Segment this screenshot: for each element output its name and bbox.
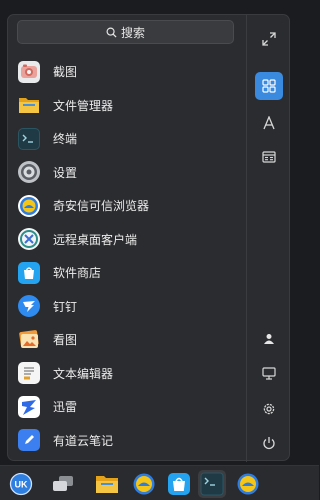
app-label: 文件管理器 [53,98,114,113]
qianxin-browser-icon [18,194,40,217]
app-list: 截图 文件管理器 终端 设置 奇安信可信浏览器 远程桌面客户端 软件商店 钉钉 … [8,55,246,457]
computer-button[interactable] [255,359,283,387]
app-item-terminal[interactable]: 终端 [8,122,246,156]
app-item-software-store[interactable]: 软件商店 [8,256,246,290]
taskbar-terminal[interactable] [198,470,226,498]
app-label: 截图 [53,65,78,80]
user-icon [264,334,274,344]
taskbar-browser-2[interactable] [234,470,262,498]
start-menu-button[interactable]: UK [7,470,35,498]
settings-icon [18,161,40,184]
app-item-file-manager[interactable]: 文件管理器 [8,89,246,123]
terminal-icon [18,127,40,150]
search-input[interactable]: 搜索 [17,20,234,44]
app-label: 迅雷 [53,400,78,415]
terminal-icon [200,472,224,496]
all-apps-icon [262,79,276,93]
taskbar-software-store[interactable] [165,470,193,498]
app-item-qianxin-browser[interactable]: 奇安信可信浏览器 [8,189,246,223]
sidebar-divider [246,15,247,462]
text-editor-icon [18,362,40,385]
browser-icon [133,473,155,495]
user-button[interactable] [255,325,283,353]
software-store-icon [18,261,40,284]
image-viewer-icon [18,329,40,351]
category-icon [262,151,276,163]
power-icon [263,437,275,450]
app-label: 文本编辑器 [53,366,114,381]
search-icon [106,27,117,38]
settings-button[interactable] [255,395,283,423]
multitask-view-icon [53,476,73,491]
app-label: 远程桌面客户端 [53,232,138,247]
start-menu: 搜索 截图 文件管理器 终端 设置 奇安信可信浏览器 远程桌面客户端 软件商店 … [7,14,290,462]
expand-icon [262,32,276,46]
app-item-dingtalk[interactable]: 钉钉 [8,290,246,324]
app-item-thunder[interactable]: 迅雷 [8,390,246,424]
power-button[interactable] [255,429,283,457]
app-label: 软件商店 [53,266,102,281]
svg-text:UK: UK [15,480,28,490]
letter-sort-button[interactable] [255,109,283,137]
thunder-icon [18,395,40,418]
app-item-image-viewer[interactable]: 看图 [8,323,246,357]
app-label: 有道云笔记 [53,433,114,448]
browser-icon [237,473,259,495]
app-label: 钉钉 [53,299,78,314]
expand-button[interactable] [255,25,283,53]
app-label: 终端 [53,132,78,147]
all-apps-button[interactable] [255,72,283,100]
app-item-youdao-note[interactable]: 有道云笔记 [8,424,246,458]
category-button[interactable] [255,143,283,171]
computer-icon [262,366,276,380]
app-item-remote-desktop[interactable]: 远程桌面客户端 [8,223,246,257]
dingtalk-icon [18,295,40,318]
app-label: 设置 [53,165,78,180]
taskbar: UK [0,465,319,500]
multitask-view-button[interactable] [49,470,77,498]
remote-desktop-icon [18,228,40,251]
file-manager-icon [18,94,40,116]
search-label: 搜索 [120,25,145,40]
taskbar-browser[interactable] [130,470,158,498]
youdao-note-icon [18,429,40,452]
app-label: 奇安信可信浏览器 [53,199,150,214]
start-menu-icon: UK [9,472,33,496]
screenshot-icon [18,60,40,83]
file-manager-icon [96,476,118,493]
app-item-settings[interactable]: 设置 [8,156,246,190]
app-item-screenshot[interactable]: 截图 [8,55,246,89]
app-item-text-editor[interactable]: 文本编辑器 [8,357,246,391]
letter-sort-icon [263,116,275,130]
software-store-icon [168,473,190,495]
settings-icon [263,403,275,415]
app-label: 看图 [53,333,78,348]
taskbar-file-manager[interactable] [93,470,121,498]
